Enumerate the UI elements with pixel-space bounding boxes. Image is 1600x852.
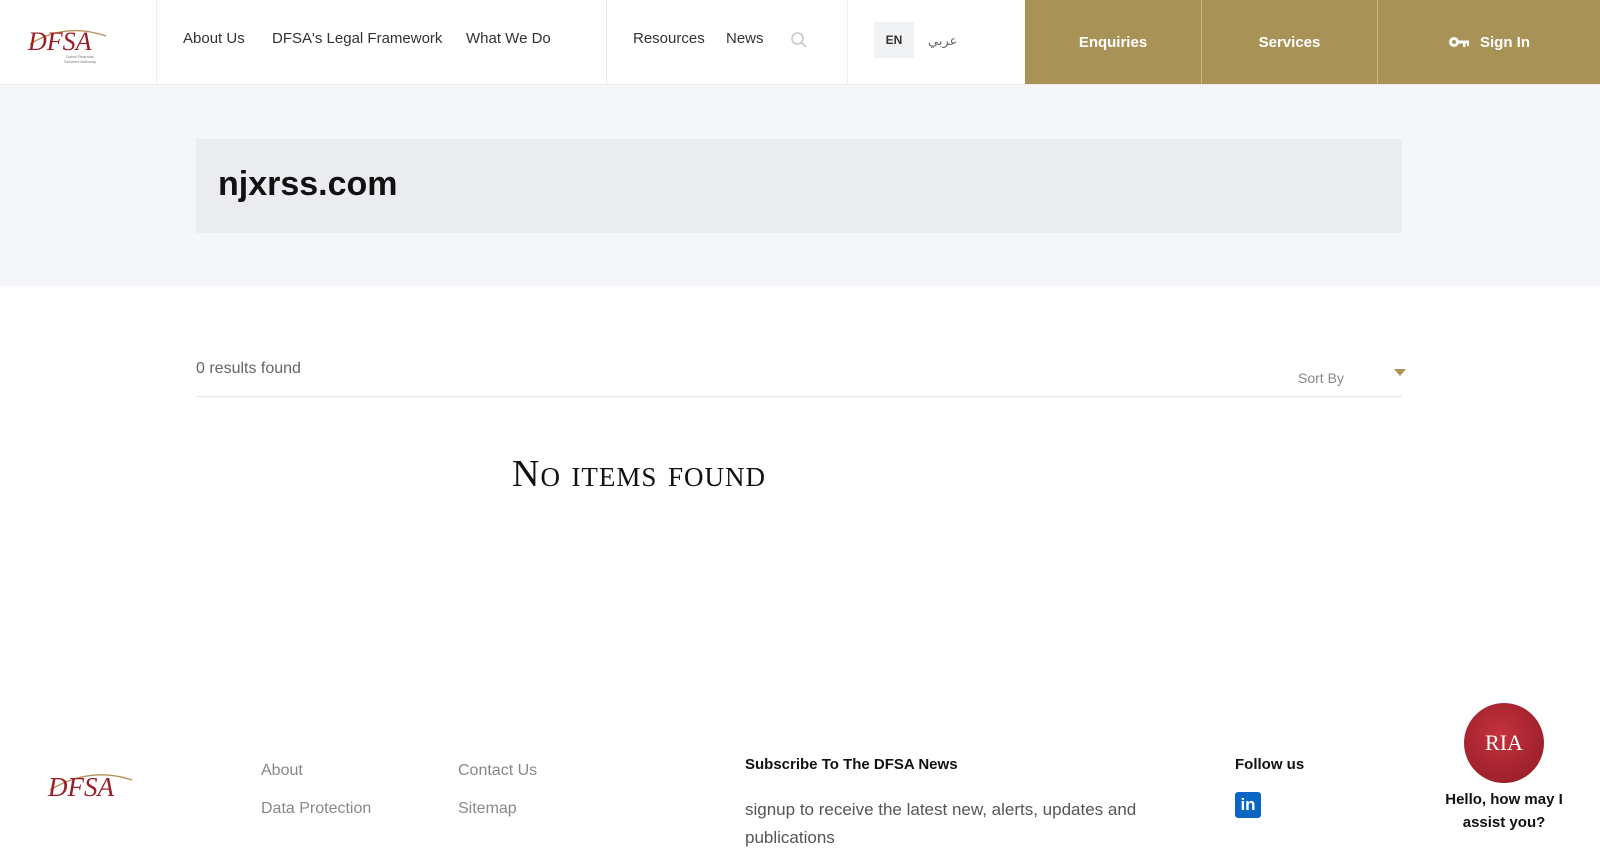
nav-news[interactable]: News: [726, 30, 764, 47]
enquiries-button[interactable]: Enquiries: [1025, 0, 1201, 84]
sort-by-dropdown[interactable]: Sort By: [1298, 370, 1344, 386]
nav-what-we-do[interactable]: What We Do: [466, 30, 551, 47]
header-divider: [847, 0, 848, 84]
no-items-message: No items found: [512, 453, 766, 495]
site-header: DFSA Dubai Financial Services Authority …: [0, 0, 1600, 85]
footer-link-data-protection[interactable]: Data Protection: [261, 800, 371, 818]
nav-legal-framework[interactable]: DFSA's Legal Framework: [272, 30, 442, 47]
sign-in-label: Sign In: [1480, 33, 1530, 51]
svg-text:DFSA: DFSA: [47, 772, 114, 802]
key-icon: [1449, 37, 1469, 47]
search-icon[interactable]: [790, 31, 808, 49]
nav-about-us[interactable]: About Us: [183, 30, 245, 47]
footer-link-contact-us[interactable]: Contact Us: [458, 762, 537, 780]
services-button[interactable]: Services: [1202, 0, 1377, 84]
subscribe-text: signup to receive the latest new, alerts…: [745, 800, 1137, 847]
search-term: njxrss.com: [218, 165, 398, 203]
results-count: 0 results found: [196, 360, 301, 377]
svg-text:DFSA: DFSA: [27, 27, 92, 56]
chat-greeting[interactable]: Hello, how may I assist you?: [1440, 788, 1568, 834]
sign-in-button[interactable]: Sign In: [1378, 0, 1600, 84]
footer-link-sitemap[interactable]: Sitemap: [458, 800, 517, 818]
services-label: Services: [1258, 33, 1321, 51]
chevron-down-icon[interactable]: [1394, 369, 1406, 376]
enquiries-label: Enquiries: [1078, 33, 1148, 51]
header-divider: [606, 0, 607, 84]
footer-dfsa-logo[interactable]: DFSA: [46, 754, 136, 814]
search-term-box[interactable]: njxrss.com: [196, 139, 1402, 233]
results-divider: [196, 396, 1402, 397]
search-hero: njxrss.com: [0, 85, 1600, 286]
footer-link-about[interactable]: About: [261, 762, 303, 780]
header-divider: [156, 0, 157, 84]
lang-en-button[interactable]: EN: [874, 22, 914, 58]
follow-us-heading: Follow us: [1235, 756, 1305, 773]
dfsa-logo[interactable]: DFSA Dubai Financial Services Authority: [26, 10, 112, 68]
svg-text:Services Authority: Services Authority: [64, 59, 96, 64]
lang-ar-button[interactable]: عربي: [928, 33, 957, 49]
linkedin-icon[interactable]: in: [1235, 792, 1261, 818]
nav-resources[interactable]: Resources: [633, 30, 705, 47]
subscribe-heading: Subscribe To The DFSA News: [745, 756, 958, 773]
chat-assistant-button[interactable]: RIA: [1464, 703, 1544, 783]
